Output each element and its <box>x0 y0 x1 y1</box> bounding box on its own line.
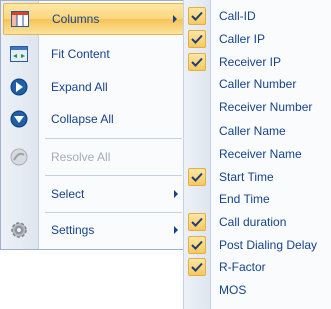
checkmark-icon <box>188 7 206 25</box>
gear-icon <box>9 220 29 240</box>
column-option-label: End Time <box>219 192 270 206</box>
column-option-call-id[interactable]: Call-ID <box>184 5 331 27</box>
column-option-end-time[interactable]: End Time <box>184 188 331 210</box>
menu-item-label: Select <box>51 187 85 201</box>
resolve-all-icon <box>9 147 29 167</box>
column-option-label: MOS <box>219 283 247 297</box>
checkmark-icon <box>188 30 206 48</box>
column-option-label: Call duration <box>219 215 287 229</box>
column-option-call-duration[interactable]: Call duration <box>184 211 331 233</box>
menu-item-collapse-all[interactable]: Collapse All <box>3 103 184 135</box>
column-option-label: Receiver Name <box>219 147 302 161</box>
menu-item-select[interactable]: Select <box>3 178 184 210</box>
checkmark-icon <box>188 236 206 254</box>
column-option-caller-ip[interactable]: Caller IP <box>184 28 331 50</box>
column-option-r-factor[interactable]: R-Factor <box>184 256 331 278</box>
column-option-receiver-name[interactable]: Receiver Name <box>184 143 331 165</box>
expand-all-icon <box>9 77 29 97</box>
column-option-start-time[interactable]: Start Time <box>184 166 331 188</box>
columns-icon <box>10 9 30 29</box>
menu-item-label: Collapse All <box>51 112 114 126</box>
checkmark-icon <box>188 53 206 71</box>
column-option-label: Receiver IP <box>219 55 282 69</box>
menu-item-resolve-all: Resolve All <box>3 141 184 173</box>
column-option-mos[interactable]: MOS <box>184 279 331 301</box>
menu-separator <box>45 175 182 176</box>
column-option-label: Post Dialing Delay <box>219 238 318 252</box>
columns-submenu: Call-ID Caller IP Receiver IP Caller Number… <box>183 0 331 309</box>
column-option-label: Receiver Number <box>219 100 313 114</box>
submenu-arrow-icon <box>173 15 177 23</box>
column-option-receiver-number[interactable]: Receiver Number <box>184 96 331 118</box>
menu-separator <box>45 138 182 139</box>
menu-item-fit-content[interactable]: Fit Content <box>3 38 184 70</box>
menu-item-settings[interactable]: Settings <box>3 214 184 246</box>
checkmark-icon <box>188 213 206 231</box>
column-option-receiver-ip[interactable]: Receiver IP <box>184 51 331 73</box>
menu-item-label: Fit Content <box>51 47 110 61</box>
menu-item-label: Resolve All <box>51 150 111 164</box>
context-menu: Columns Fit Content Expand All Collapse … <box>0 0 187 250</box>
menu-separator <box>45 212 182 213</box>
column-option-label: Caller Number <box>219 77 297 91</box>
menu-item-label: Columns <box>52 12 100 26</box>
column-option-post-dialing-delay[interactable]: Post Dialing Delay <box>184 234 331 256</box>
menu-item-label: Expand All <box>51 80 108 94</box>
column-option-caller-number[interactable]: Caller Number <box>184 73 331 95</box>
submenu-arrow-icon <box>174 226 178 234</box>
column-option-label: Caller IP <box>219 32 266 46</box>
menu-item-columns[interactable]: Columns <box>3 3 184 35</box>
menu-item-label: Settings <box>51 223 95 237</box>
collapse-all-icon <box>9 109 29 129</box>
checkmark-icon <box>188 168 206 186</box>
column-option-label: Call-ID <box>219 9 256 23</box>
column-option-label: Start Time <box>219 170 274 184</box>
checkmark-icon <box>188 258 206 276</box>
submenu-arrow-icon <box>174 190 178 198</box>
fit-content-icon <box>9 44 29 64</box>
menu-item-expand-all[interactable]: Expand All <box>3 71 184 103</box>
column-option-caller-name[interactable]: Caller Name <box>184 120 331 142</box>
column-option-label: R-Factor <box>219 260 266 274</box>
column-option-label: Caller Name <box>219 124 286 138</box>
